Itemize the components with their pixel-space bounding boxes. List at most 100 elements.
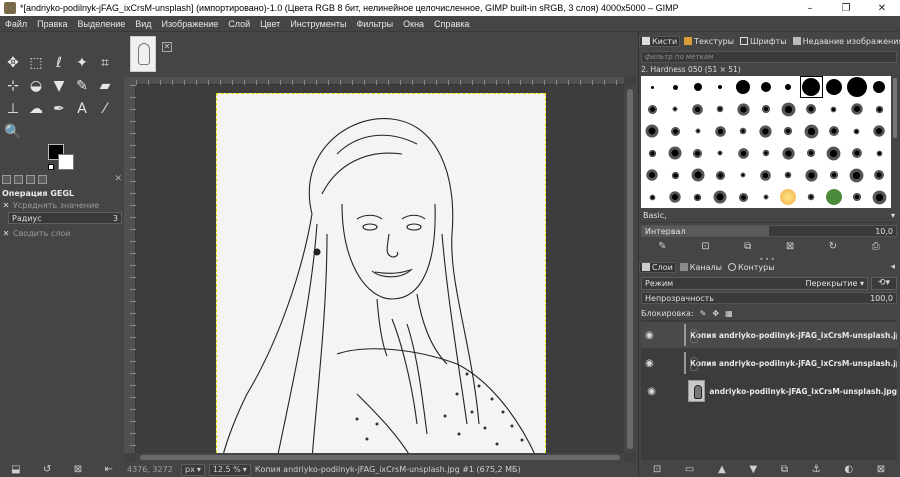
paths-icon[interactable]: ✒ <box>48 98 70 120</box>
eye-icon[interactable]: ◉ <box>645 386 658 397</box>
brush-cell[interactable] <box>845 98 868 120</box>
brush-cell[interactable] <box>823 76 846 98</box>
menu-edit[interactable]: Правка <box>32 19 72 29</box>
brush-cell[interactable] <box>641 98 664 120</box>
brush-cell[interactable] <box>641 120 664 142</box>
opacity-value[interactable]: 100,0 <box>870 294 893 303</box>
brush-cell[interactable] <box>641 186 664 208</box>
layer-name[interactable]: andriyko-podilnyk-jFAG_ixCrsM-unsplash.j… <box>709 387 897 396</box>
menu-layer[interactable]: Слой <box>223 19 255 29</box>
brush-cell[interactable] <box>664 98 687 120</box>
brush-cell[interactable] <box>641 164 664 186</box>
lock-position-icon[interactable]: ✥ <box>712 309 719 318</box>
layer-row[interactable]: ◉ andriyko-podilnyk-jFAG_ixCrsM-unsplash… <box>641 378 897 404</box>
lasso-icon[interactable]: ℓ <box>48 52 70 74</box>
tab-close-icon[interactable]: ✕ <box>114 175 122 187</box>
brush-cell[interactable] <box>664 164 687 186</box>
brush-cell[interactable] <box>732 120 755 142</box>
brush-filter-input[interactable]: фильтр по меткам <box>641 51 897 63</box>
menu-select[interactable]: Выделение <box>73 19 131 29</box>
clone-icon[interactable]: ⊥ <box>2 98 24 120</box>
dock-menu-icon[interactable]: ◂ <box>890 262 895 272</box>
tool-options-tab[interactable] <box>2 175 11 184</box>
brush-cell[interactable] <box>709 98 732 120</box>
background-color[interactable] <box>58 154 74 170</box>
brush-cell[interactable] <box>823 164 846 186</box>
anchor-layer-icon[interactable]: ⚓ <box>812 464 821 475</box>
brush-cell[interactable] <box>709 120 732 142</box>
interval-slider[interactable]: Интервал 10,0 <box>641 225 897 237</box>
brush-cell[interactable] <box>641 76 664 98</box>
mask-layer-icon[interactable]: ◐ <box>844 464 853 475</box>
menu-colors[interactable]: Цвет <box>255 19 285 29</box>
edit-brush-icon[interactable]: ✎ <box>658 241 666 252</box>
raise-layer-icon[interactable]: ▲ <box>718 464 726 475</box>
brush-cell[interactable] <box>754 120 777 142</box>
paintbrush-icon[interactable]: ✎ <box>71 75 93 97</box>
brush-cell[interactable] <box>686 142 709 164</box>
brush-cell[interactable] <box>823 98 846 120</box>
radius-field[interactable]: Радиус 3 <box>8 212 122 224</box>
horizontal-ruler[interactable] <box>136 77 624 85</box>
brush-cell[interactable] <box>845 76 868 98</box>
delete-brush-icon[interactable]: ⊠ <box>786 241 794 252</box>
brush-cell[interactable] <box>800 120 823 142</box>
unified-transform-icon[interactable]: ⊹ <box>2 75 24 97</box>
brush-cell[interactable] <box>754 142 777 164</box>
zoom-icon[interactable]: 🔍 <box>2 121 24 143</box>
tab-layers[interactable]: Слои <box>639 261 676 273</box>
brush-cell[interactable] <box>732 164 755 186</box>
brush-cell[interactable] <box>732 98 755 120</box>
brush-cell[interactable] <box>686 98 709 120</box>
brush-cell[interactable] <box>686 186 709 208</box>
checkbox-icon[interactable]: ✕ <box>2 201 10 210</box>
brush-cell[interactable] <box>664 76 687 98</box>
open-as-image-icon[interactable]: ⎙ <box>872 241 880 252</box>
rect-select-icon[interactable]: ⬚ <box>25 52 47 74</box>
brush-cell[interactable] <box>868 76 891 98</box>
brush-cell[interactable] <box>754 76 777 98</box>
tab-fonts[interactable]: Шрифты <box>738 37 789 46</box>
brush-cell[interactable] <box>868 142 891 164</box>
reset-options-icon[interactable]: ⇤ <box>104 464 112 475</box>
brush-cell[interactable] <box>868 164 891 186</box>
brush-cell[interactable] <box>709 76 732 98</box>
scroll-thumb[interactable] <box>140 455 620 460</box>
undo-history-tab[interactable] <box>26 175 35 184</box>
eraser-icon[interactable]: ▰ <box>94 75 116 97</box>
brush-cell[interactable] <box>709 186 732 208</box>
brush-cell[interactable] <box>800 98 823 120</box>
menu-file[interactable]: Файл <box>0 19 32 29</box>
brush-cell[interactable] <box>686 120 709 142</box>
brush-cell[interactable] <box>732 142 755 164</box>
brush-cell[interactable] <box>845 164 868 186</box>
eye-icon[interactable]: ◉ <box>645 358 654 369</box>
brush-scrollbar[interactable] <box>891 76 899 208</box>
brush-cell[interactable] <box>686 76 709 98</box>
brush-cell[interactable] <box>800 164 823 186</box>
horizontal-scrollbar[interactable] <box>136 453 624 462</box>
brush-cell[interactable] <box>732 76 755 98</box>
scroll-thumb[interactable] <box>893 78 897 138</box>
eye-icon[interactable]: ◉ <box>645 330 654 341</box>
brush-cell[interactable] <box>845 120 868 142</box>
brush-cell[interactable] <box>823 186 846 208</box>
smudge-icon[interactable]: ☁ <box>25 98 47 120</box>
tab-brushes[interactable]: Кисти <box>639 35 681 47</box>
vertical-scrollbar[interactable] <box>624 85 636 453</box>
menu-image[interactable]: Изображение <box>157 19 224 29</box>
brush-cell[interactable] <box>823 142 846 164</box>
canvas[interactable] <box>136 85 624 458</box>
radius-value[interactable]: 3 <box>113 214 118 223</box>
vertical-ruler[interactable] <box>124 85 136 453</box>
checkbox-icon[interactable]: ✕ <box>2 229 10 238</box>
brush-cell[interactable] <box>777 186 800 208</box>
duplicate-layer-icon[interactable]: ⧉ <box>781 464 788 475</box>
image-canvas[interactable] <box>216 93 546 458</box>
minimize-button[interactable]: – <box>792 0 828 16</box>
crop-icon[interactable]: ⌗ <box>94 52 116 74</box>
move-tool-icon[interactable]: ✥ <box>2 52 24 74</box>
brush-cell[interactable] <box>777 164 800 186</box>
layer-mode-select[interactable]: Режим Перекрытие ▾ <box>641 276 868 290</box>
layer-row[interactable]: ◉ Копия andriyko-podilnyk-jFAG_ixCrsM-un… <box>641 350 897 376</box>
